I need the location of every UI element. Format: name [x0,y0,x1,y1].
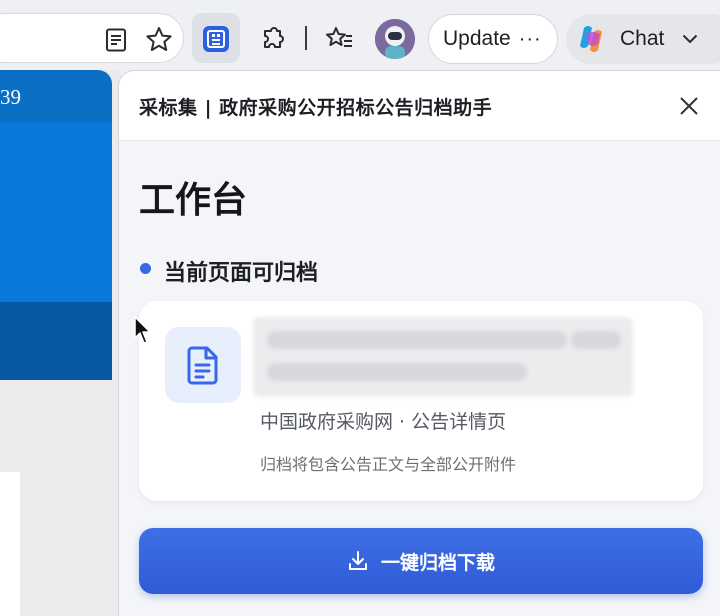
panel-title: 采标集 | 政府采购公开招标公告归档助手 [139,97,493,119]
chat-label: Chat [620,27,665,50]
reader-mode-icon[interactable] [103,27,129,53]
copilot-icon [576,22,610,56]
archive-button-label: 一键归档下载 [380,551,495,574]
page-source-label: 中国政府采购网 · 公告详情页 [260,411,507,433]
copilot-chat-button[interactable]: Chat [566,14,720,64]
page-nav-strip [0,302,112,380]
panel-header: 采标集 | 政府采购公开招标公告归档助手 [119,71,720,141]
page-number-fragment: 39 [0,85,21,109]
one-click-archive-button[interactable]: 一键归档下载 [139,528,703,594]
archive-extension-icon[interactable] [202,25,230,53]
download-icon [347,550,369,572]
chevron-down-icon [682,34,698,44]
status-dot-icon [140,263,151,274]
update-label: Update [443,27,511,50]
update-button[interactable]: Update ··· [428,14,558,64]
extensions-puzzle-icon[interactable] [258,24,288,54]
page-content-box [0,472,20,616]
favorites-list-icon[interactable] [323,24,355,54]
extension-side-panel: 采标集 | 政府采购公开招标公告归档助手 工作台 当前页面可归档 中国政府采购网… [118,70,720,616]
close-icon[interactable] [674,91,704,121]
current-page-card: 中国政府采购网 · 公告详情页 归档将包含公告正文与全部公开附件 [139,301,703,501]
page-banner [0,122,112,302]
page-archivable-status: 当前页面可归档 [164,261,319,286]
archive-contents-note: 归档将包含公告正文与全部公开附件 [260,455,517,474]
redacted-page-title [253,317,633,397]
document-icon [165,327,241,403]
toolbar-divider [305,26,307,50]
mouse-cursor [134,316,152,350]
workbench-heading: 工作台 [139,180,248,221]
favorite-star-icon[interactable] [144,25,174,53]
browser-toolbar: Update ··· Chat [0,0,720,76]
profile-avatar[interactable] [375,19,415,59]
more-dots-icon: ··· [518,27,542,50]
